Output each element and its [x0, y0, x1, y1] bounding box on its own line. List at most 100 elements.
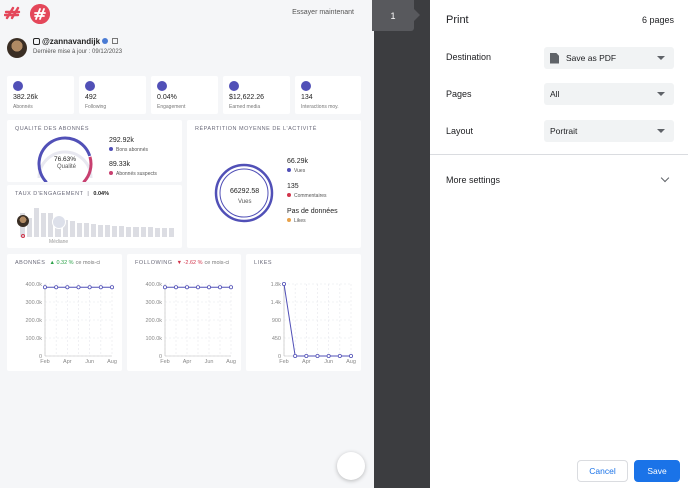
- print-settings-panel: Print 6 pages Destination Save as PDF Pa…: [430, 0, 688, 488]
- likes-line-chart: 04509001.4k1.8kFeb Apr Jun Aug: [271, 281, 356, 365]
- views-label: Vues: [287, 168, 305, 174]
- last-updated: Dernière mise à jour : 09/12/2023: [33, 49, 123, 55]
- follower-quality-card: QUALITÉ DES ABONNÉS 76.63% Qualité 292.9…: [7, 120, 182, 182]
- data-point: [337, 354, 342, 359]
- followers-chart-card: ABONNÉS ▲ 0.32 % ce mois-ci 0 100.0k 200.0…: [7, 254, 122, 371]
- avatar: [7, 38, 27, 58]
- histogram-bar: [168, 228, 174, 237]
- y-tick-label: 1.4k: [271, 300, 282, 306]
- histogram-bar: [41, 212, 47, 237]
- quality-title: QUALITÉ DES ABONNÉS: [15, 126, 89, 132]
- profile-marker: [17, 215, 29, 227]
- engagement-histogram: [19, 203, 175, 237]
- pages-select[interactable]: All: [544, 83, 674, 105]
- y-tick-label: 450: [272, 336, 281, 342]
- data-point: [315, 354, 320, 359]
- x-tick-label: Jun: [85, 359, 94, 365]
- comments-value: 135: [287, 183, 299, 190]
- histogram-bar: [133, 226, 139, 237]
- stat-value: 134: [301, 94, 313, 101]
- hand-icon: [301, 81, 311, 91]
- activity-distribution-card: RÉPARTITION MOYENNE DE L'ACTIVITÉ 66292.…: [187, 120, 361, 248]
- quality-percent-label: Qualité: [57, 164, 77, 170]
- stat-value: 382.26k: [13, 94, 38, 101]
- layout-label: Layout: [446, 126, 474, 136]
- y-tick-label: 400.0k: [25, 282, 42, 288]
- x-tick-label: Aug: [346, 359, 356, 365]
- data-point: [76, 285, 81, 290]
- divider: [430, 154, 688, 155]
- data-point: [43, 285, 48, 290]
- instagram-icon: [33, 38, 40, 45]
- more-settings-toggle[interactable]: More settings: [446, 175, 500, 185]
- x-tick-label: Apr: [183, 359, 192, 365]
- x-tick-label: Feb: [40, 359, 49, 365]
- destination-value: Save as PDF: [566, 53, 617, 63]
- x-tick-label: Feb: [160, 359, 169, 365]
- histogram-bar: [119, 226, 125, 237]
- y-tick-label: 900: [272, 318, 281, 324]
- likes-value: Pas de données: [287, 208, 338, 215]
- dropdown-arrow-icon: [657, 92, 665, 96]
- following-chart-card: FOLLOWING ▼ -2.62 % ce mois-ci 0 100.0k 20…: [127, 254, 241, 371]
- verified-icon: [102, 38, 109, 44]
- quality-percent: 76.63%: [54, 156, 77, 163]
- x-tick-label: Apr: [63, 359, 72, 365]
- y-tick-label: 400.0k: [145, 282, 162, 288]
- x-tick-label: Feb: [279, 359, 288, 365]
- median-label: Médiane: [49, 239, 69, 245]
- destination-label: Destination: [446, 52, 492, 62]
- stat-card-interactions: 134 Interactions moy.: [295, 76, 361, 114]
- layout-select[interactable]: Portrait: [544, 120, 674, 142]
- data-point: [185, 285, 190, 290]
- brand-logo-icon: [4, 6, 21, 20]
- suspect-followers-value: 89.33k: [109, 161, 131, 168]
- pages-label: Pages: [446, 89, 472, 99]
- activity-center-label: Vues: [238, 199, 252, 205]
- histogram-bar: [112, 225, 118, 237]
- histogram-bar: [126, 226, 132, 237]
- handle-text: @zannavandijk: [42, 37, 101, 46]
- data-point: [196, 285, 201, 290]
- histogram-bar: [154, 227, 160, 237]
- save-button[interactable]: Save: [634, 460, 680, 482]
- dropdown-arrow-icon: [657, 56, 665, 60]
- y-tick-label: 200.0k: [145, 318, 162, 324]
- preview-page: Essayer maintenant @zannavandijk Dernièr…: [0, 0, 374, 488]
- stat-label: Engagement: [157, 104, 186, 110]
- data-point: [349, 354, 354, 359]
- chevron-down-icon[interactable]: [660, 173, 670, 183]
- cancel-button[interactable]: Cancel: [577, 460, 628, 482]
- print-title: Print: [446, 14, 469, 26]
- data-point: [174, 285, 179, 290]
- destination-select[interactable]: Save as PDF: [544, 47, 674, 69]
- print-preview: Essayer maintenant @zannavandijk Dernièr…: [0, 0, 430, 488]
- views-value: 66.29k: [287, 158, 309, 165]
- chat-button: [337, 452, 365, 480]
- profile-dot: [21, 234, 25, 238]
- data-point: [229, 285, 234, 290]
- histogram-bar: [147, 227, 153, 237]
- x-tick-label: Jun: [205, 359, 214, 365]
- x-tick-label: Aug: [226, 359, 236, 365]
- stat-card-engagement: 0.04% Engagement: [151, 76, 218, 114]
- page-number-tab[interactable]: 1: [372, 0, 420, 31]
- pages-value: All: [550, 89, 560, 99]
- histogram-bar: [98, 224, 104, 237]
- stat-label: Following: [85, 104, 107, 110]
- activity-center-value: 66292.58: [230, 188, 260, 195]
- dollar-icon: [229, 81, 239, 91]
- stat-label: Interactions moy.: [301, 104, 339, 110]
- comments-label: Commentaires: [287, 193, 327, 199]
- data-point: [110, 285, 115, 290]
- histogram-bar: [140, 227, 146, 237]
- histogram-bar: [69, 221, 75, 237]
- data-point: [163, 285, 168, 290]
- histogram-bar: [90, 224, 96, 237]
- stat-value: $12,622.26: [229, 94, 265, 101]
- stat-label: Abonnés: [13, 104, 33, 110]
- profile-header: @zannavandijk Dernière mise à jour : 09/…: [7, 36, 361, 68]
- y-tick-label: 100.0k: [145, 336, 162, 342]
- following-line-chart: 0100.0k200.0k300.0k400.0kFeb Apr Jun Aug: [145, 282, 236, 365]
- histogram-bar: [34, 207, 40, 237]
